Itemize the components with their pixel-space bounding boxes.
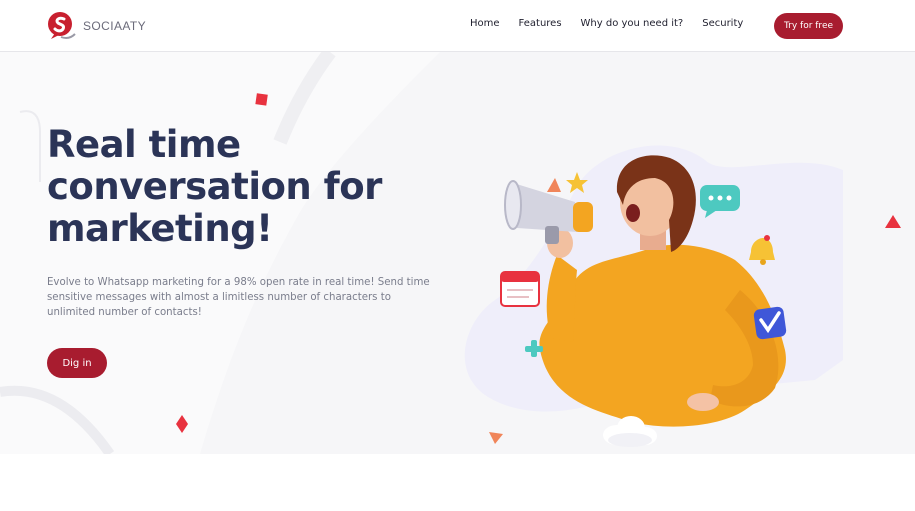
hero-subtext: Evolve to Whatsapp marketing for a 98% o… bbox=[47, 277, 430, 318]
landing-page: SOCIAATY Home Features Why do you need i… bbox=[0, 0, 915, 511]
red-square-decoration bbox=[255, 93, 268, 106]
headline-line-3: marketing! bbox=[47, 207, 273, 250]
nav-security[interactable]: Security bbox=[702, 18, 743, 29]
check-badge-icon bbox=[753, 306, 787, 340]
headline-line-2: conversation for bbox=[47, 165, 382, 208]
nav-features[interactable]: Features bbox=[519, 18, 562, 29]
brand-name: SOCIAATY bbox=[83, 19, 146, 33]
hero-section: Real time conversation for marketing! Ev… bbox=[0, 52, 915, 454]
brand-logo[interactable]: SOCIAATY bbox=[47, 10, 146, 42]
top-navbar: SOCIAATY Home Features Why do you need i… bbox=[0, 0, 915, 52]
page-bottom-area bbox=[0, 454, 915, 511]
calendar-icon bbox=[500, 271, 540, 307]
nav-why[interactable]: Why do you need it? bbox=[581, 18, 684, 29]
logo-mark-icon bbox=[48, 12, 76, 39]
hero-headline: Real time conversation for marketing! bbox=[47, 124, 467, 250]
main-nav: Home Features Why do you need it? Securi… bbox=[470, 18, 762, 29]
try-for-free-button[interactable]: Try for free bbox=[774, 13, 843, 39]
nav-home[interactable]: Home bbox=[470, 18, 500, 29]
red-triangle-decoration bbox=[885, 215, 901, 228]
headline-line-1: Real time bbox=[47, 123, 241, 166]
hero-illustration bbox=[464, 145, 843, 447]
dig-in-button[interactable]: Dig in bbox=[47, 348, 107, 378]
red-diamond-decoration bbox=[176, 415, 188, 433]
